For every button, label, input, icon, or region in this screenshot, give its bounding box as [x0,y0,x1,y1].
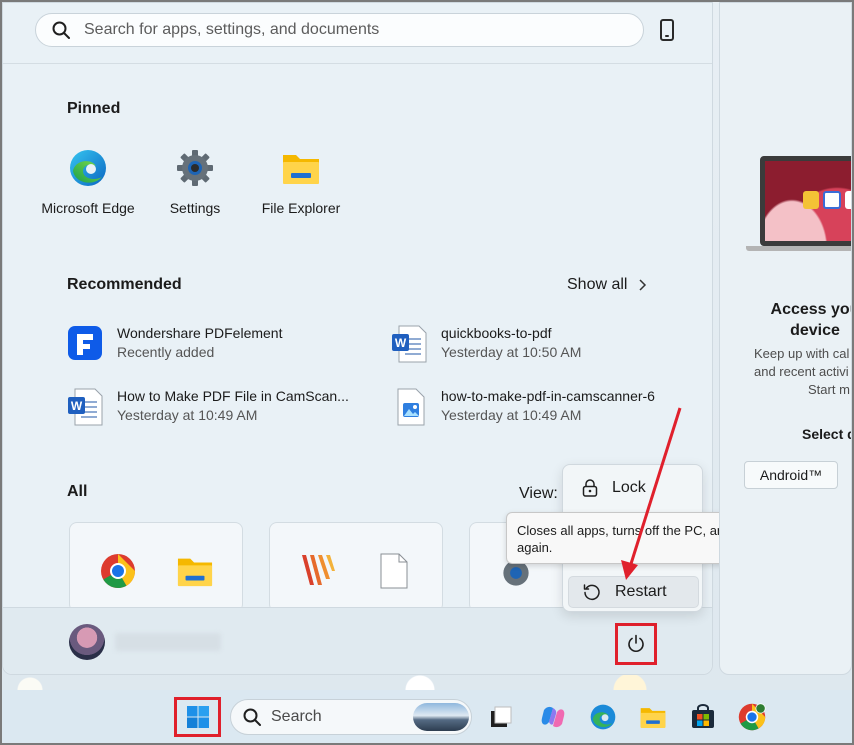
restart-label: Restart [615,583,667,600]
show-all-label: Show all [567,276,628,293]
pinned-app-label: File Explorer [261,200,341,216]
search-highlight-image [413,703,469,731]
pinned-title: Pinned [67,100,121,117]
pdfelement-icon [68,326,102,360]
power-icon [628,634,644,652]
windows-logo-icon [186,706,209,728]
select-device-label: Select de [802,426,851,442]
microsoft-store-icon [692,704,714,728]
recommended-item-sub: Yesterday at 10:49 AM [117,407,258,423]
word-doc-icon: W [68,388,103,426]
app-group-card[interactable] [269,522,443,612]
app-group-card[interactable] [69,522,243,612]
recommended-item-sub: Recently added [117,344,215,360]
user-avatar[interactable] [69,624,105,660]
pinned-app-label: Settings [169,200,221,216]
recommended-item-sub: Yesterday at 10:50 AM [441,344,582,360]
start-button[interactable] [174,697,221,737]
phone-panel-body-line: Keep up with cal [754,346,850,361]
recommended-item-name: Wondershare PDFelement [117,325,283,341]
show-all-button[interactable]: Show all [567,276,647,294]
start-footer [3,607,712,674]
svg-text:W: W [395,336,407,350]
pinned-app-label: Microsoft Edge [41,200,135,216]
recommended-item[interactable]: how-to-make-pdf-in-camscanner-6 Yesterda… [391,388,655,426]
recommended-item-name: how-to-make-pdf-in-camscanner-6 [441,388,655,404]
chevron-right-icon [639,279,647,291]
folder-icon [283,155,319,184]
lock-menu-item[interactable]: Lock [568,472,699,504]
username-redacted [115,633,221,651]
image-file-icon [397,388,425,426]
start-search-bar[interactable] [35,13,644,47]
chrome-taskbar-button[interactable] [738,703,766,731]
search-icon [52,21,70,39]
bell-icon [803,191,819,209]
phone-call-icon [823,191,841,209]
edge-taskbar-button[interactable] [589,703,617,731]
pinned-app-file-explorer[interactable]: File Explorer [246,149,356,216]
search-icon [243,708,261,726]
chrome-icon [738,703,766,731]
phone-panel-title-line: Access you [770,301,852,318]
copilot-icon [541,706,565,728]
settings-gear-icon [177,150,213,186]
store-taskbar-button[interactable] [689,703,717,731]
start-search-input[interactable] [82,20,602,40]
folder-icon [640,708,666,728]
pinned-app-settings[interactable]: Settings [140,149,250,216]
recommended-item[interactable]: Wondershare PDFelement Recently added [67,325,282,361]
file-explorer-taskbar-button[interactable] [639,703,667,731]
blank-file-icon [380,553,408,589]
phone-panel-body: Keep up with cal and recent activi Start… [754,345,850,399]
restart-icon [583,584,600,601]
recommended-item-name: How to Make PDF File in CamScan... [117,388,349,404]
recommended-item-sub: Yesterday at 10:49 AM [441,407,582,423]
power-button[interactable] [615,623,657,665]
task-view-button[interactable] [487,703,515,731]
phone-link-panel: Access you device Keep up with cal and r… [719,2,852,675]
svg-text:W: W [71,399,83,413]
recommended-item-name: quickbooks-to-pdf [441,325,552,341]
copilot-button[interactable] [539,703,567,731]
phone-panel-title: Access you device [750,299,852,341]
phone-panel-body-line: and recent activi [754,364,849,379]
app-logo-icon [302,555,335,585]
all-apps-title: All [67,483,88,500]
taskbar-search[interactable]: Search [230,699,472,735]
divider [3,63,712,64]
laptop-base [746,246,851,251]
laptop-illustration [760,156,851,246]
edge-icon [70,150,106,186]
edge-icon [590,704,616,730]
recommended-title: Recommended [67,276,182,293]
recommended-item[interactable]: W quickbooks-to-pdf Yesterday at 10:50 A… [391,325,581,363]
recommended-item[interactable]: W How to Make PDF File in CamScan... Yes… [67,388,349,426]
lock-icon [582,479,598,497]
taskbar-search-label: Search [271,708,322,725]
phone-panel-body-line: Start m [808,382,850,397]
chrome-icon [101,554,135,588]
word-doc-icon: W [392,325,427,363]
phone-panel-title-line: device [790,322,840,339]
folder-icon [177,558,213,587]
android-button[interactable]: Android™ [744,461,838,489]
restart-menu-item[interactable]: Restart [568,576,699,608]
task-view-icon [491,706,512,727]
lock-label: Lock [612,479,646,496]
chat-icon [845,191,851,209]
phone-link-icon[interactable] [660,19,674,41]
pinned-app-edge[interactable]: Microsoft Edge [33,149,143,216]
